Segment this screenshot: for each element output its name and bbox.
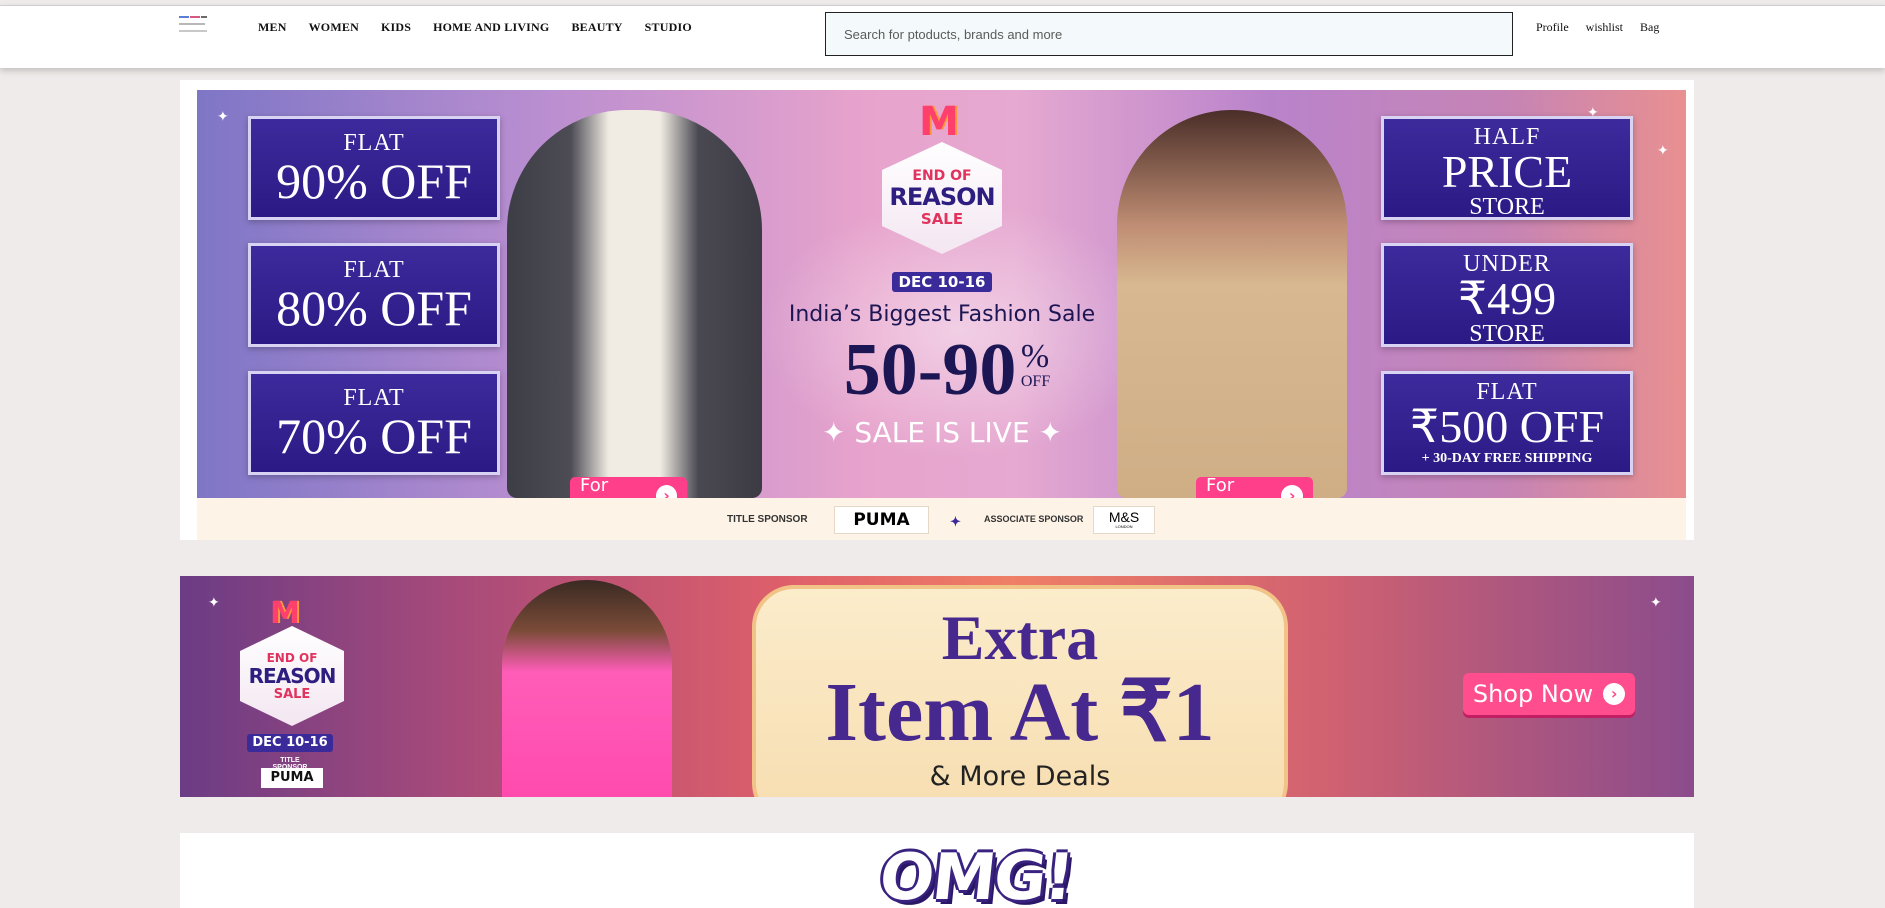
profile-link[interactable]: Profile	[1536, 20, 1569, 35]
offer-sub: + 30-DAY FREE SHIPPING	[1421, 451, 1593, 466]
puma-logo: PUMA	[261, 768, 323, 788]
myntra-m-logo: M	[919, 99, 959, 145]
offer-value: ₹500 OFF	[1409, 401, 1605, 452]
extra-text: Extra	[941, 602, 1099, 673]
category-nav: MEN WOMEN KIDS HOME AND LIVING BEAUTY ST…	[258, 20, 692, 35]
nav-item-studio[interactable]: STUDIO	[645, 20, 692, 35]
puma-logo: PUMA	[834, 506, 929, 534]
offer-value: 80% OFF	[276, 280, 472, 336]
offer-label: FLAT	[343, 385, 405, 411]
sponsor-strip: TITLE SPONSOR PUMA ✦ ASSOCIATE SPONSOR M…	[197, 498, 1686, 540]
offer-sub: STORE	[1469, 321, 1545, 347]
sparkle-icon: ✦	[1657, 142, 1669, 158]
sparkle-icon: ✦	[217, 108, 229, 124]
sale-live-text: ✦ SALE IS LIVE ✦	[822, 416, 1062, 449]
item-at-1-text: Item At ₹1	[825, 666, 1215, 759]
offer-value: PRICE	[1441, 146, 1573, 197]
myntra-logo[interactable]	[179, 14, 209, 34]
offer-flat-500-off[interactable]: FLAT ₹500 OFF + 30-DAY FREE SHIPPING	[1381, 371, 1633, 475]
offer-value: ₹499	[1457, 273, 1557, 324]
for-him-label: For Him	[580, 475, 616, 498]
female-model-image	[1117, 110, 1347, 498]
for-her-label: For Her	[1206, 475, 1238, 498]
sparkle-icon: ✦	[208, 594, 220, 610]
hero-banner[interactable]: ✦ ✦ ✦ FLAT 90% OFF FLAT 80% OFF FLAT 70%…	[197, 90, 1686, 498]
extra-item-offer-card: Extra Item At ₹1 & More Deals	[752, 585, 1288, 797]
marks-and-spencer-logo: M&S LONDON	[1093, 506, 1155, 534]
offer-flat-80[interactable]: FLAT 80% OFF	[248, 243, 500, 347]
model-image	[502, 580, 672, 797]
offer-flat-90[interactable]: FLAT 90% OFF	[248, 116, 500, 220]
offer-half-price-store[interactable]: HALF PRICE STORE	[1381, 116, 1633, 220]
omg-logo-text: OMG!	[876, 841, 1076, 908]
end-of-reason-sale-badge: END OF REASON SALE	[240, 626, 344, 726]
sparkle-icon: ✦	[1650, 594, 1662, 610]
top-navigation-bar: MEN WOMEN KIDS HOME AND LIVING BEAUTY ST…	[0, 5, 1885, 68]
offer-label: FLAT	[343, 130, 405, 156]
bag-link[interactable]: Bag	[1640, 20, 1659, 35]
associate-sponsor-label: ASSOCIATE SPONSOR	[984, 514, 1084, 524]
offer-flat-70[interactable]: FLAT 70% OFF	[248, 371, 500, 475]
shop-now-button[interactable]: Shop Now ›	[1463, 673, 1635, 715]
offer-under-499-store[interactable]: UNDER ₹499 STORE	[1381, 243, 1633, 347]
offer-label: FLAT	[343, 257, 405, 283]
arrow-right-icon: ›	[1603, 683, 1626, 705]
arrow-right-icon: ›	[656, 485, 677, 498]
omg-banner[interactable]: OMG!	[180, 833, 1694, 908]
sale-dates: DEC 10-16	[892, 272, 992, 292]
discount-range: 50-90 % OFF	[843, 329, 1051, 411]
nav-item-kids[interactable]: KIDS	[381, 20, 411, 35]
offer-value: 90% OFF	[276, 153, 472, 209]
nav-item-women[interactable]: WOMEN	[309, 20, 359, 35]
offer-sub: STORE	[1469, 194, 1545, 220]
user-actions: Profile wishlist Bag	[1536, 20, 1659, 35]
extra-item-banner[interactable]: ✦ ✦ M END OF REASON SALE DEC 10-16 TITLE…	[180, 576, 1694, 797]
sale-headline: India’s Biggest Fashion Sale	[788, 302, 1096, 327]
search-input[interactable]	[842, 25, 1512, 43]
wishlist-link[interactable]: wishlist	[1586, 20, 1623, 35]
search-box	[825, 12, 1513, 56]
sparkle-icon: ✦	[950, 514, 961, 529]
offer-value: 70% OFF	[276, 408, 472, 464]
nav-item-home-and-living[interactable]: HOME AND LIVING	[433, 20, 549, 35]
title-sponsor-label: TITLE SPONSOR	[727, 514, 808, 525]
more-deals-text: & More Deals	[929, 761, 1111, 792]
sale-dates: DEC 10-16	[247, 734, 333, 752]
shop-now-label: Shop Now	[1472, 680, 1594, 708]
for-him-button[interactable]: For Him ›	[570, 475, 687, 498]
for-her-button[interactable]: For Her ›	[1196, 475, 1313, 498]
nav-item-men[interactable]: MEN	[258, 20, 287, 35]
arrow-right-icon: ›	[1281, 485, 1303, 498]
male-model-image	[507, 110, 762, 498]
nav-item-beauty[interactable]: BEAUTY	[571, 20, 622, 35]
